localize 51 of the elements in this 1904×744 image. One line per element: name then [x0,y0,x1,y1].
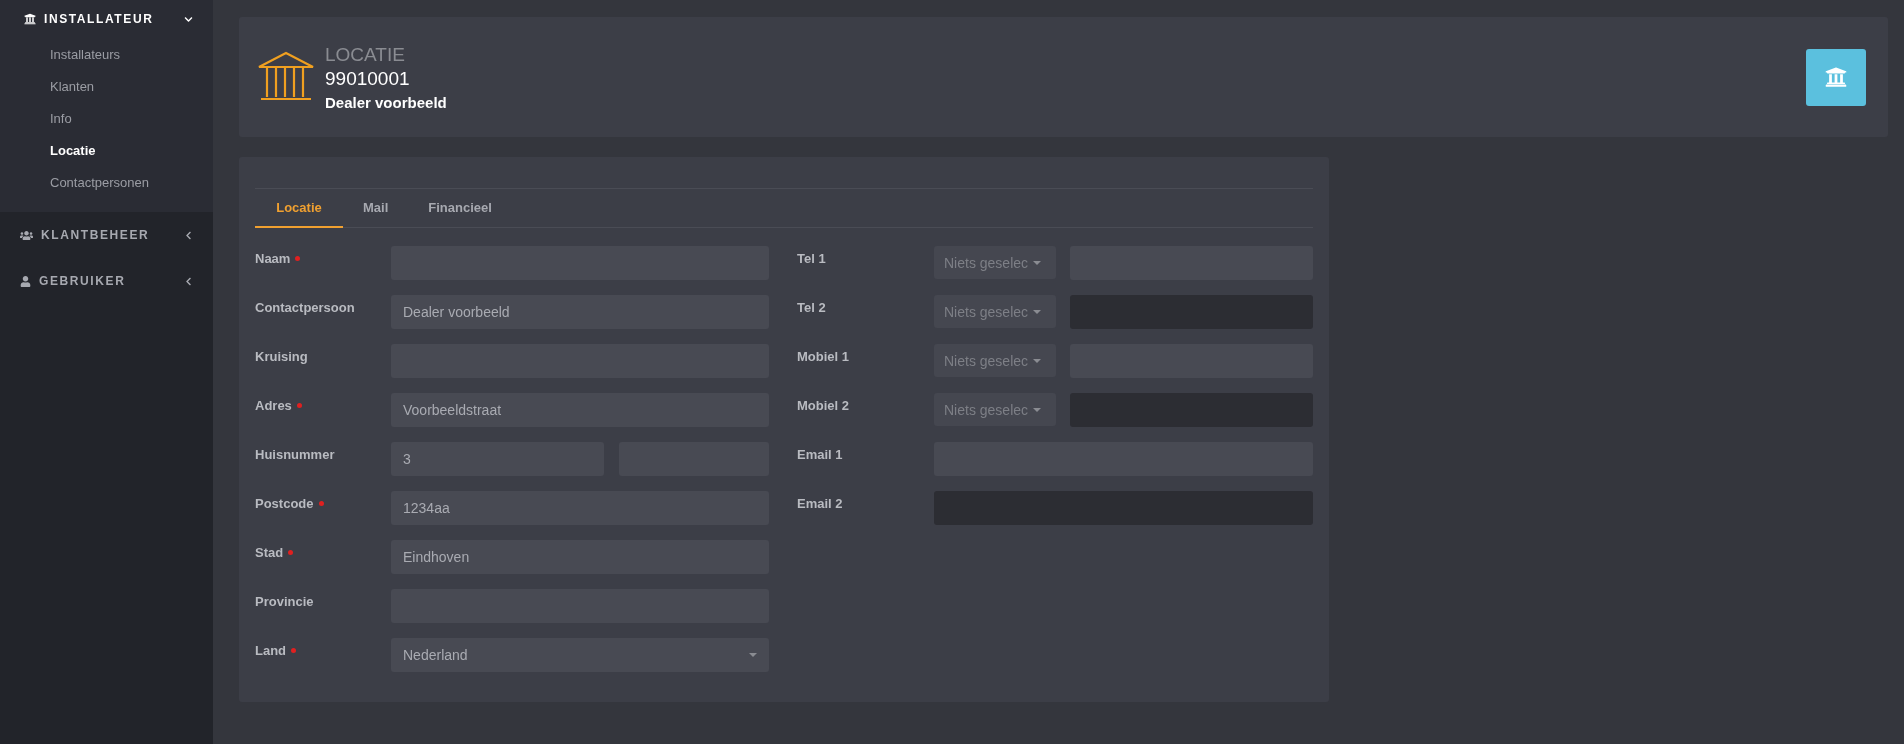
sidebar-subitem[interactable]: Contactpersonen [0,166,213,198]
field-label: Email 2 [797,495,844,511]
field-label: Stad [255,540,391,560]
input-field[interactable]: 3 [391,442,604,476]
tab[interactable]: Mail [343,189,409,228]
users-icon [20,228,33,242]
sidebar-subitem[interactable]: Klanten [0,70,213,102]
sidebar-subitem[interactable]: Installateurs [0,38,213,70]
field-label: Tel 1 [797,250,827,266]
field-label: Tel 2 [797,299,827,315]
tab[interactable]: Locatie [255,189,343,228]
chevron-down-icon [184,14,193,24]
bank-icon [1825,66,1847,88]
field-label: Contactpersoon [255,299,356,315]
field-label: Postcode [255,491,391,511]
bank-icon [24,13,36,25]
select-field[interactable]: Niets geselec [934,344,1056,377]
field-label: Kruising [255,348,309,364]
field-label: Huisnummer [255,446,336,462]
select-field[interactable]: Niets geselec [934,246,1056,279]
user-icon [20,275,31,287]
page-title: LOCATIE [325,43,406,66]
input-field[interactable]: Voorbeeldstraat [391,393,769,427]
field-label: Adres [255,393,391,413]
select-field[interactable]: Nederland [391,638,769,672]
sidebar-item[interactable]: KLANTBEHEER [0,212,213,258]
input-field[interactable]: Eindhoven [391,540,769,574]
field-label: Mobiel 1 [797,348,850,364]
caret-icon [749,653,757,657]
caret-icon [1033,309,1042,314]
caret-icon [1033,260,1042,265]
sidebar-item[interactable]: GEBRUIKER [0,258,213,304]
field-label: Provincie [255,593,315,609]
field-label: Email 1 [797,446,844,462]
dealer-name: Dealer voorbeeld [325,93,448,111]
sidebar-subitem[interactable]: Info [0,102,213,134]
tab[interactable]: Financieel [408,189,512,228]
bank-icon [257,51,315,103]
location-number: 99010001 [325,67,411,90]
sidebar-item[interactable]: INSTALLATEUR [0,0,213,38]
input-field[interactable]: Dealer voorbeeld [391,295,769,329]
field-label: Mobiel 2 [797,397,850,413]
chevron-left-icon [184,230,193,240]
sidebar-subitem[interactable]: Locatie [0,134,213,166]
input-field[interactable]: 1234aa [391,491,769,525]
chevron-left-icon [184,276,193,286]
field-label: Land [255,638,391,658]
caret-icon [1033,407,1042,412]
caret-icon [1033,358,1042,363]
field-label: Naam [255,246,391,266]
bank-button[interactable] [1806,48,1866,106]
